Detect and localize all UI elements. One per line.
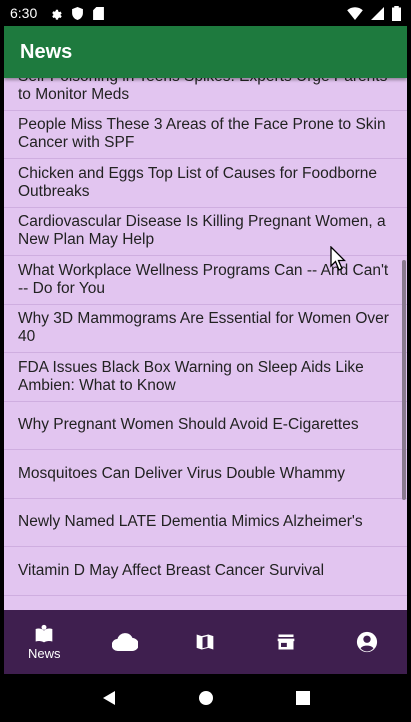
article-list[interactable]: Self-Poisoning in Teens Spikes: Experts … (4, 78, 407, 610)
article-list-item[interactable]: Newly Named LATE Dementia Mimics Alzheim… (4, 499, 407, 547)
article-title: Mosquitoes Can Deliver Virus Double Wham… (18, 464, 346, 482)
scrollbar-thumb[interactable] (402, 260, 406, 500)
nav-item-news[interactable]: News (4, 610, 85, 674)
news-book-icon (35, 624, 53, 642)
sd-card-icon (93, 6, 105, 20)
mouse-pointer-icon (330, 246, 346, 271)
article-title: Why 3D Mammograms Are Essential for Wome… (18, 310, 389, 346)
article-list-item[interactable]: Why Pregnant Women Should Avoid E-Cigare… (4, 402, 407, 450)
article-list-content: Self-Poisoning in Teens Spikes: Experts … (4, 78, 407, 596)
article-list-item[interactable]: Why 3D Mammograms Are Essential for Wome… (4, 305, 407, 353)
nav-item-account[interactable] (326, 610, 407, 674)
bottom-navigation: News (4, 610, 407, 674)
article-list-item[interactable]: Cardiovascular Disease Is Killing Pregna… (4, 208, 407, 256)
store-icon (277, 634, 295, 650)
article-list-item[interactable]: Chicken and Eggs Top List of Causes for … (4, 159, 407, 208)
wifi-icon (347, 6, 363, 20)
cloud-icon (111, 633, 138, 652)
shield-icon (72, 6, 84, 20)
account-circle-icon (356, 631, 377, 653)
article-title: Why Pregnant Women Should Avoid E-Cigare… (18, 416, 359, 434)
page-title: News (20, 40, 73, 63)
article-title: Cardiovascular Disease Is Killing Pregna… (18, 213, 386, 249)
home-circle-icon[interactable] (198, 690, 214, 706)
status-bar: 6:30 (0, 0, 411, 26)
back-triangle-icon[interactable] (101, 690, 117, 706)
nav-label-news: News (28, 645, 61, 661)
map-icon (197, 634, 214, 650)
article-title: People Miss These 3 Areas of the Face Pr… (18, 116, 386, 152)
article-title: Self-Poisoning in Teens Spikes: Experts … (18, 78, 387, 103)
recents-square-icon[interactable] (296, 691, 311, 705)
article-list-item[interactable]: People Miss These 3 Areas of the Face Pr… (4, 111, 407, 159)
article-list-item[interactable]: Vitamin D May Affect Breast Cancer Survi… (4, 547, 407, 596)
status-notification-icons (49, 6, 105, 20)
article-list-item[interactable]: FDA Issues Black Box Warning on Sleep Ai… (4, 353, 407, 402)
article-title: Vitamin D May Affect Breast Cancer Survi… (18, 561, 325, 579)
article-title: Newly Named LATE Dementia Mimics Alzheim… (18, 513, 363, 531)
article-list-item[interactable]: What Workplace Wellness Programs Can -- … (4, 256, 407, 305)
article-title: Chicken and Eggs Top List of Causes for … (18, 164, 378, 200)
status-time: 6:30 (10, 5, 38, 21)
battery-icon (392, 5, 401, 21)
settings-gear-icon (52, 9, 62, 20)
nav-item-store[interactable] (246, 610, 327, 674)
app-bar: News (4, 26, 407, 78)
nav-item-weather[interactable] (85, 610, 166, 674)
status-system-icons (347, 5, 401, 21)
nav-item-map[interactable] (165, 610, 246, 674)
article-title: FDA Issues Black Box Warning on Sleep Ai… (18, 358, 364, 394)
cell-signal-icon (371, 6, 384, 20)
system-navigation-bar (0, 674, 411, 722)
article-list-item[interactable]: Self-Poisoning in Teens Spikes: Experts … (4, 78, 407, 111)
article-list-item[interactable]: Mosquitoes Can Deliver Virus Double Wham… (4, 450, 407, 499)
